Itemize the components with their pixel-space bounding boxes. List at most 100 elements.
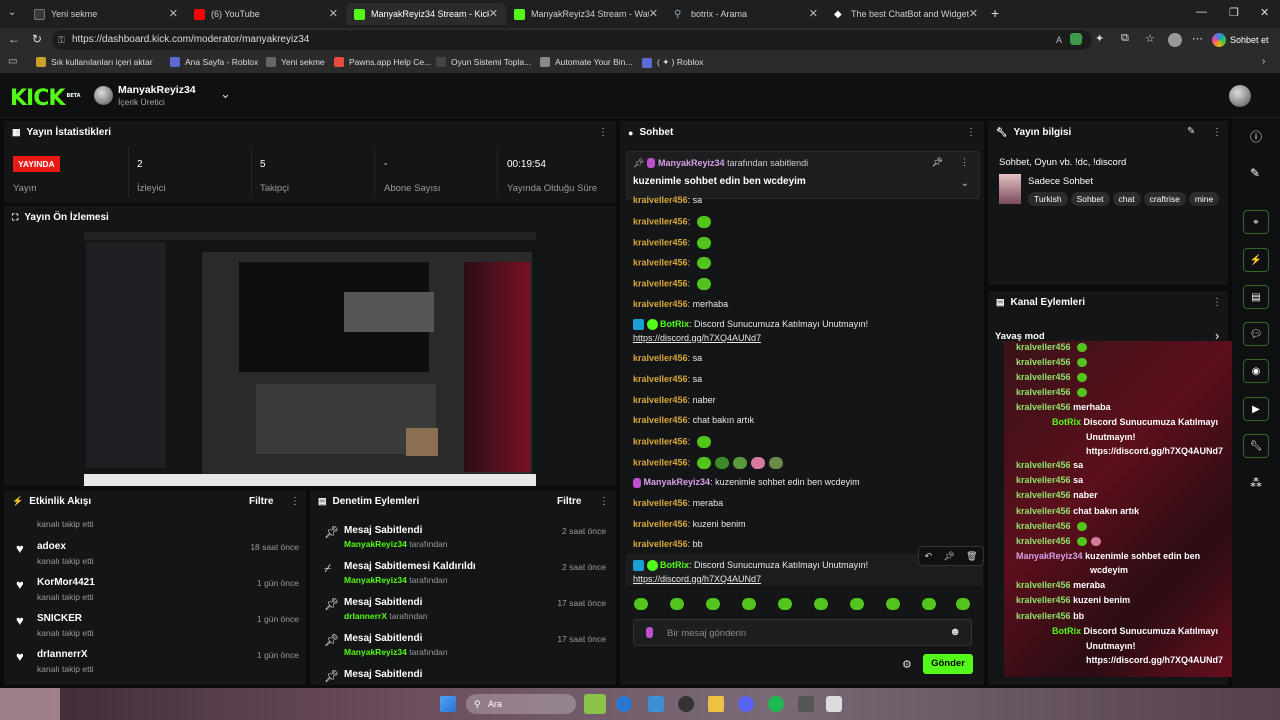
chat-username[interactable]: BotRix xyxy=(660,319,689,329)
tools-icon[interactable]: 🔧︎ xyxy=(1243,434,1269,458)
bookmark-oyun-sistemi[interactable]: Oyun Sistemi Topla... xyxy=(436,57,531,67)
chat-username[interactable]: kralveller456 xyxy=(633,216,688,226)
chat-username[interactable]: kralveller456 xyxy=(633,519,688,529)
tag-chip[interactable]: Turkish xyxy=(1028,192,1068,206)
category-thumbnail[interactable] xyxy=(999,174,1021,204)
minimize-icon[interactable]: — xyxy=(1196,6,1207,18)
close-icon[interactable]: ✕ xyxy=(169,7,178,20)
close-icon[interactable]: ✕ xyxy=(969,7,978,20)
url-field[interactable]: ⚿ https://dashboard.kick.com/moderator/ma… xyxy=(52,30,1092,50)
chat-username[interactable]: BotRix xyxy=(660,560,689,570)
bookmark-roblox[interactable]: ( ✦ ) Roblox xyxy=(642,57,703,68)
extensions-puzzle-icon[interactable]: ✦ xyxy=(1095,32,1104,45)
tab-list-chevron-icon[interactable]: ⌄ xyxy=(8,7,16,18)
chat-username[interactable]: kralveller456 xyxy=(633,195,688,204)
tag-chip[interactable]: chat xyxy=(1112,192,1141,206)
chat-icon[interactable]: 💬︎ xyxy=(1243,322,1269,346)
tab-youtube[interactable]: (6) YouTube ✕ xyxy=(186,3,346,25)
chat-username[interactable]: kralveller456 xyxy=(633,374,688,384)
close-icon[interactable]: ✕ xyxy=(809,7,818,20)
chat-username[interactable]: kralveller456 xyxy=(633,353,688,363)
unpin-button-icon[interactable]: 📌︎ xyxy=(932,157,943,168)
windows-start-icon[interactable] xyxy=(440,696,456,712)
chat-link[interactable]: https://discord.gg/h7XQ4AUNd7 xyxy=(633,333,761,343)
activity-menu-icon[interactable]: ⋮ xyxy=(290,496,300,507)
emote-icon[interactable] xyxy=(706,598,720,610)
profile-avatar[interactable] xyxy=(1168,33,1182,47)
stats-menu-icon[interactable]: ⋮ xyxy=(598,127,608,138)
pinned-menu-icon[interactable]: ⋮ xyxy=(960,157,969,168)
tab-kick-dashboard[interactable]: ManyakReyiz34 Stream - Kick Dash✕ xyxy=(346,3,506,25)
chat-username[interactable]: kralveller456 xyxy=(633,415,688,425)
restore-icon[interactable]: ❐ xyxy=(1229,6,1239,19)
chat-input[interactable]: Bir mesaj gönderin ☻ xyxy=(633,619,972,646)
tag-chip[interactable]: mine xyxy=(1188,192,1220,206)
chat-settings-gear-icon[interactable]: ⚙ xyxy=(902,658,912,671)
chat-link[interactable]: https://discord.gg/h7XQ4AUNd7 xyxy=(633,574,761,584)
bookmark-import[interactable]: Sık kullanılanları içeri aktar xyxy=(36,57,153,67)
emote-icon[interactable] xyxy=(814,598,828,610)
back-icon[interactable]: ← xyxy=(8,32,20,46)
taskbar-app-icon[interactable] xyxy=(584,694,606,714)
read-aloud-icon[interactable]: A xyxy=(1056,30,1062,50)
vscode-icon[interactable] xyxy=(648,696,664,712)
activity-user[interactable]: SNICKER xyxy=(37,613,82,624)
obs-icon[interactable] xyxy=(678,696,694,712)
channel-actions-menu-icon[interactable]: ⋮ xyxy=(1212,297,1222,308)
emote-icon[interactable] xyxy=(670,598,684,610)
chat-menu-icon[interactable]: ⋮ xyxy=(966,127,976,138)
stream-preview-video[interactable] xyxy=(84,232,536,486)
weather-widget[interactable] xyxy=(0,688,60,720)
emoji-icon[interactable]: ☻ xyxy=(949,626,961,638)
bookmark-automate[interactable]: Automate Your Bin... xyxy=(540,57,633,67)
category-name[interactable]: Sadece Sohbet xyxy=(1028,176,1093,187)
close-icon[interactable]: ✕ xyxy=(329,7,338,20)
taskbar-search[interactable]: ⚲ Ara xyxy=(466,694,576,714)
chat-username[interactable]: kralveller456 xyxy=(633,436,688,446)
split-screen-icon[interactable]: ⧉ xyxy=(1121,32,1129,45)
chat-username[interactable]: ManyakReyiz34 xyxy=(644,477,711,487)
emote-icon[interactable] xyxy=(634,598,648,610)
activity-user[interactable]: KorMor4421 xyxy=(37,577,95,588)
chat-username[interactable]: kralveller456 xyxy=(633,237,688,247)
activity-filter-button[interactable]: Filtre xyxy=(249,496,273,507)
activity-user[interactable]: adoex xyxy=(37,541,66,552)
bookmark-roblox-home[interactable]: Ana Sayfa - Roblox xyxy=(170,57,258,67)
chat-username[interactable]: kralveller456 xyxy=(633,539,688,549)
chat-username[interactable]: kralveller456 xyxy=(633,278,688,288)
chat-username[interactable]: kralveller456 xyxy=(633,257,688,267)
pinned-by-user[interactable]: ManyakReyiz34 xyxy=(658,158,725,168)
tag-chip[interactable]: craftrise xyxy=(1143,192,1186,206)
moderation-by[interactable]: ManyakReyiz34 xyxy=(344,647,407,657)
pinned-message[interactable]: 📌︎ ManyakReyiz34 tarafından sabitlendi k… xyxy=(626,151,980,199)
emote-icon[interactable] xyxy=(778,598,792,610)
moderation-filter-button[interactable]: Filtre xyxy=(557,496,581,507)
notes-icon[interactable]: ▤ xyxy=(1243,285,1269,309)
tag-chip[interactable]: Sohbet xyxy=(1070,192,1110,206)
emote-icon[interactable] xyxy=(956,598,970,610)
chat-username[interactable]: kralveller456 xyxy=(633,395,688,405)
emote-icon[interactable] xyxy=(742,598,756,610)
bookmark-new-tab[interactable]: Yeni sekme xyxy=(266,57,325,67)
taskbar-app-icon[interactable] xyxy=(798,696,814,712)
moderation-by[interactable]: drIannerrX xyxy=(344,611,387,621)
spotify-icon[interactable] xyxy=(768,696,784,712)
chat-username[interactable]: kralveller456 xyxy=(633,457,688,467)
close-window-icon[interactable]: ✕ xyxy=(1260,6,1269,19)
edit-pencil-icon[interactable]: ✎ xyxy=(1187,126,1195,137)
apps-icon[interactable]: ⁂ xyxy=(1250,476,1262,490)
taskbar-app-icon[interactable] xyxy=(826,696,842,712)
moderation-menu-icon[interactable]: ⋮ xyxy=(599,496,609,507)
quick-actions-lightning-icon[interactable]: ⚡ xyxy=(1243,248,1269,272)
bookmark-pawns[interactable]: Pawns.app Help Ce... xyxy=(334,57,431,67)
activity-user[interactable]: drIannerrX xyxy=(37,649,88,660)
expand-chevron-icon[interactable]: ⌄ xyxy=(961,178,969,189)
close-icon[interactable]: ✕ xyxy=(489,7,498,20)
chat-username[interactable]: kralveller456 xyxy=(633,498,688,508)
kick-logo[interactable]: KICK BETA xyxy=(10,86,81,111)
tab-new-tab[interactable]: Yeni sekme ✕ xyxy=(26,3,186,25)
channel-switch-chevron-icon[interactable]: ⌄ xyxy=(220,86,231,102)
tab-botrix-search[interactable]: ⚲ botrix - Arama ✕ xyxy=(666,3,826,25)
send-button[interactable]: Gönder xyxy=(923,654,973,674)
moderation-by[interactable]: ManyakReyiz34 xyxy=(344,539,407,549)
